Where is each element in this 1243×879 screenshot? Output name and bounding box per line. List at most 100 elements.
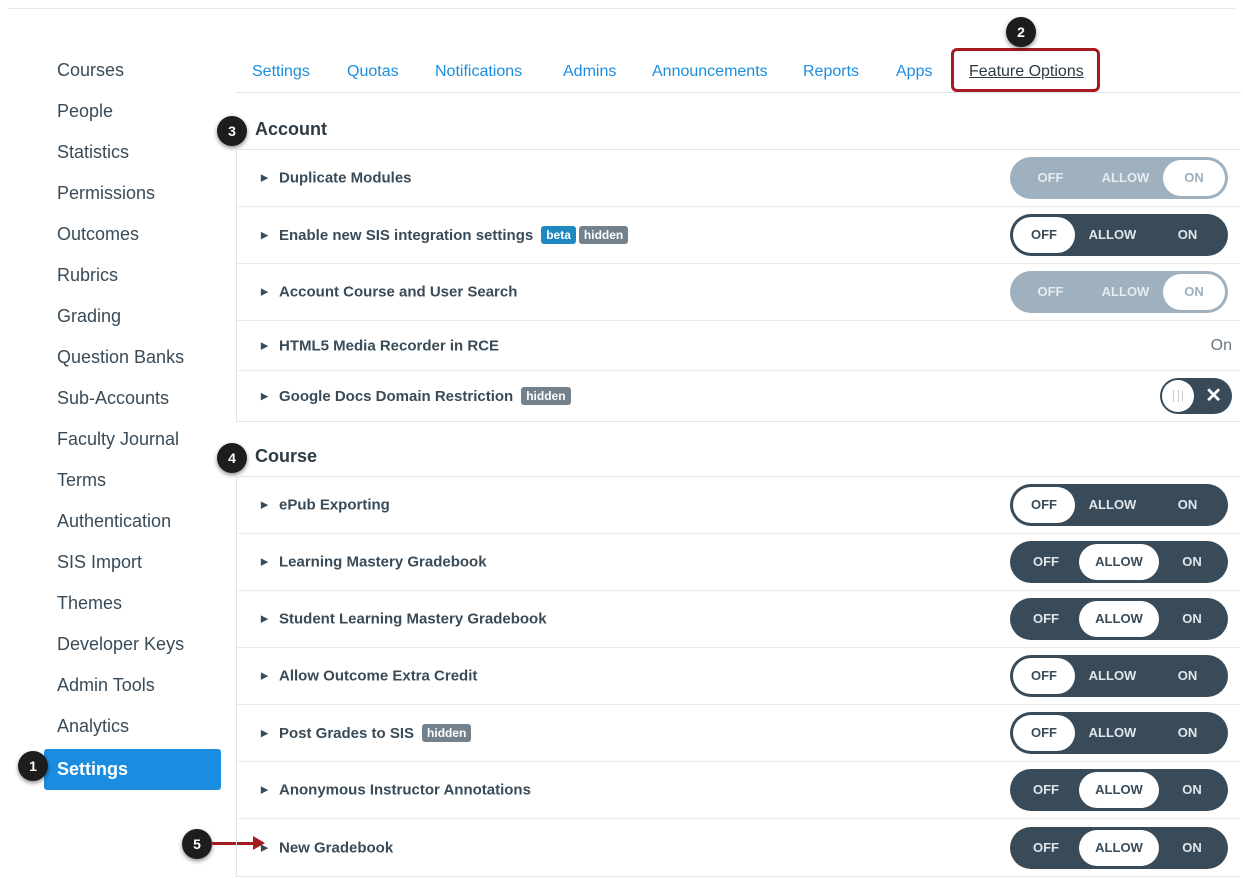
feature-toggle-details[interactable]: ▶ Google Docs Domain Restriction hidden (261, 387, 571, 405)
toggle-allow-option[interactable]: ALLOW (1075, 487, 1150, 523)
toggle-on-option[interactable]: ON (1163, 274, 1225, 310)
sidebar-item-outcomes[interactable]: Outcomes (44, 214, 224, 255)
beta-badge: beta (541, 226, 576, 244)
feature-row: ▶ Enable new SIS integration settings be… (237, 207, 1240, 264)
feature-row: ▶ Account Course and User Search OFF ALL… (237, 264, 1240, 321)
feature-name: Student Learning Mastery Gradebook (279, 610, 547, 628)
sidebar-item-analytics[interactable]: Analytics (44, 706, 224, 747)
toggle-allow-option[interactable]: ALLOW (1079, 772, 1159, 808)
toggle-on-option[interactable]: ON (1159, 772, 1225, 808)
sidebar-item-admin-tools[interactable]: Admin Tools (44, 665, 224, 706)
callout-4: 4 (217, 443, 247, 473)
feature-state-toggle[interactable]: OFF ALLOW ON (1010, 598, 1228, 640)
toggle-allow-option[interactable]: ALLOW (1079, 544, 1159, 580)
toggle-allow-option[interactable]: ALLOW (1088, 274, 1163, 310)
toggle-off-option[interactable]: OFF (1013, 544, 1079, 580)
toggle-off-option[interactable]: OFF (1013, 274, 1088, 310)
sidebar-item-statistics[interactable]: Statistics (44, 132, 224, 173)
section-title-account: Account (255, 119, 327, 139)
tab-admins[interactable]: Admins (563, 63, 616, 81)
feature-toggle-details[interactable]: ▶ Anonymous Instructor Annotations (261, 782, 531, 799)
feature-row: ▶ Allow Outcome Extra Credit OFF ALLOW O… (237, 648, 1240, 705)
feature-toggle-details[interactable]: ▶ Enable new SIS integration settings be… (261, 226, 629, 244)
feature-state-toggle[interactable]: OFF ALLOW ON (1010, 655, 1228, 697)
callout-2: 2 (1006, 17, 1036, 47)
sidebar-item-people[interactable]: People (44, 91, 224, 132)
sidebar-item-rubrics[interactable]: Rubrics (44, 255, 224, 296)
feature-toggle-details[interactable]: ▶ Student Learning Mastery Gradebook (261, 611, 547, 628)
toggle-allow-option[interactable]: ALLOW (1079, 601, 1159, 637)
toggle-allow-option[interactable]: ALLOW (1075, 715, 1150, 751)
sidebar-item-faculty-journal[interactable]: Faculty Journal (44, 419, 224, 460)
caret-right-icon: ▶ (261, 499, 268, 510)
feature-toggle-details[interactable]: ▶ ePub Exporting (261, 497, 390, 514)
sidebar-item-sub-accounts[interactable]: Sub-Accounts (44, 378, 224, 419)
toggle-allow-option[interactable]: ALLOW (1075, 658, 1150, 694)
toggle-on-option[interactable]: ON (1159, 544, 1225, 580)
account-features: ▶ Duplicate Modules OFF ALLOW ON ▶ Enabl… (236, 149, 1240, 422)
feature-toggle-details[interactable]: ▶ Allow Outcome Extra Credit (261, 668, 477, 685)
feature-state-toggle[interactable]: OFF ALLOW ON (1010, 541, 1228, 583)
feature-toggle-details[interactable]: ▶ Duplicate Modules (261, 170, 412, 187)
tab-reports[interactable]: Reports (803, 63, 859, 81)
sidebar-item-courses[interactable]: Courses (44, 50, 224, 91)
feature-state-toggle[interactable]: OFF ALLOW ON (1010, 271, 1228, 313)
caret-right-icon: ▶ (261, 286, 268, 297)
feature-row: ▶ Post Grades to SIS hidden OFF ALLOW ON (237, 705, 1240, 762)
sidebar-item-grading[interactable]: Grading (44, 296, 224, 337)
toggle-off-option[interactable]: OFF (1013, 160, 1088, 196)
feature-toggle-details[interactable]: ▶ Account Course and User Search (261, 284, 517, 301)
feature-name: Anonymous Instructor Annotations (279, 781, 531, 799)
feature-name: New Gradebook (279, 839, 394, 856)
feature-row: ▶ New Gradebook OFF ALLOW ON (237, 819, 1240, 876)
tab-announcements[interactable]: Announcements (652, 63, 768, 81)
toggle-off-option[interactable]: OFF (1013, 601, 1079, 637)
sidebar-item-permissions[interactable]: Permissions (44, 173, 224, 214)
toggle-off-option[interactable]: OFF (1013, 830, 1079, 866)
sidebar-item-sis-import[interactable]: SIS Import (44, 542, 224, 583)
toggle-on-option[interactable]: ON (1150, 487, 1225, 523)
feature-switch[interactable]: ✕ (1160, 378, 1232, 414)
caret-right-icon: ▶ (261, 613, 268, 624)
feature-row: ▶ Duplicate Modules OFF ALLOW ON (237, 150, 1240, 207)
toggle-allow-option[interactable]: ALLOW (1079, 829, 1159, 866)
tab-settings[interactable]: Settings (252, 63, 310, 81)
feature-state-toggle[interactable]: OFF ALLOW ON (1010, 826, 1228, 869)
account-navigation: Courses People Statistics Permissions Ou… (44, 50, 224, 790)
feature-toggle-details[interactable]: ▶ New Gradebook (261, 839, 393, 856)
toggle-on-option[interactable]: ON (1159, 601, 1225, 637)
toggle-on-option[interactable]: ON (1150, 217, 1225, 253)
tab-notifications[interactable]: Notifications (435, 63, 522, 81)
toggle-off-option[interactable]: OFF (1013, 487, 1075, 523)
feature-state-toggle[interactable]: OFF ALLOW ON (1010, 712, 1228, 754)
tab-quotas[interactable]: Quotas (347, 63, 399, 81)
feature-state-toggle[interactable]: OFF ALLOW ON (1010, 157, 1228, 199)
toggle-on-option[interactable]: ON (1159, 830, 1225, 866)
feature-state-toggle[interactable]: OFF ALLOW ON (1010, 214, 1228, 256)
feature-name: Allow Outcome Extra Credit (279, 667, 478, 685)
feature-name: Learning Mastery Gradebook (279, 553, 487, 571)
feature-name: Enable new SIS integration settings (279, 226, 534, 244)
tab-apps[interactable]: Apps (896, 63, 932, 81)
sidebar-item-themes[interactable]: Themes (44, 583, 224, 624)
sidebar-item-authentication[interactable]: Authentication (44, 501, 224, 542)
toggle-on-option[interactable]: ON (1150, 715, 1225, 751)
toggle-on-option[interactable]: ON (1163, 160, 1225, 196)
toggle-off-option[interactable]: OFF (1013, 715, 1075, 751)
toggle-off-option[interactable]: OFF (1013, 772, 1079, 808)
sidebar-item-terms[interactable]: Terms (44, 460, 224, 501)
feature-state-toggle[interactable]: OFF ALLOW ON (1010, 769, 1228, 811)
feature-toggle-details[interactable]: ▶ Learning Mastery Gradebook (261, 554, 487, 571)
feature-state-toggle[interactable]: OFF ALLOW ON (1010, 484, 1228, 526)
toggle-on-option[interactable]: ON (1150, 658, 1225, 694)
toggle-off-option[interactable]: OFF (1013, 658, 1075, 694)
sidebar-item-developer-keys[interactable]: Developer Keys (44, 624, 224, 665)
toggle-allow-option[interactable]: ALLOW (1088, 160, 1163, 196)
sidebar-item-settings[interactable]: Settings (44, 749, 221, 790)
toggle-allow-option[interactable]: ALLOW (1075, 217, 1150, 253)
feature-toggle-details[interactable]: ▶ HTML5 Media Recorder in RCE (261, 337, 499, 354)
toggle-off-option[interactable]: OFF (1013, 217, 1075, 253)
sidebar-item-question-banks[interactable]: Question Banks (44, 337, 224, 378)
feature-toggle-details[interactable]: ▶ Post Grades to SIS hidden (261, 724, 472, 742)
caret-right-icon: ▶ (261, 172, 268, 183)
